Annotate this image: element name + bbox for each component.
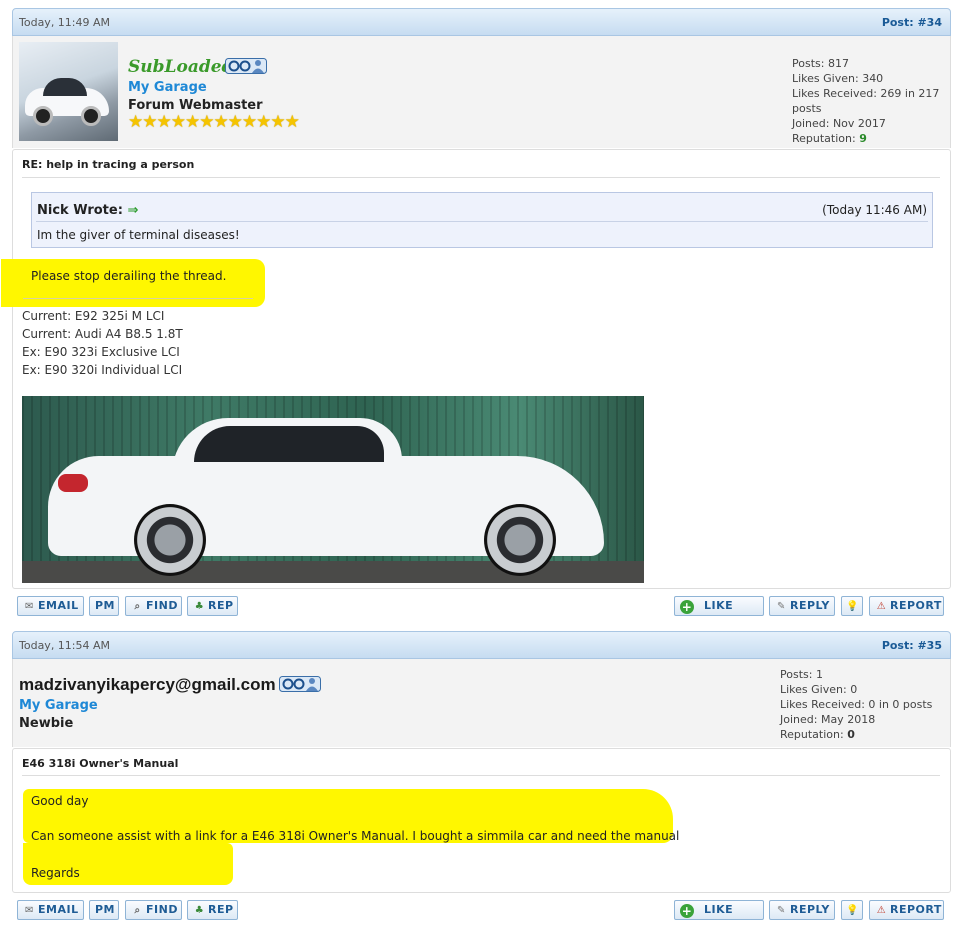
email-button[interactable]: ✉ EMAIL: [17, 900, 84, 920]
post-action-bar: ✉ EMAIL PM ⌕ FIND ♣ REP + LIKE ✎ REPLY 💡 ⚠ REP…: [12, 596, 951, 624]
post-subject: RE: help in tracing a person: [22, 158, 195, 171]
user-title: Forum Webmaster: [128, 98, 263, 113]
user-stats: Posts: 1 Likes Given: 0 Likes Received: …: [780, 667, 932, 742]
stat-joined: Joined: May 2018: [780, 713, 876, 726]
signature-line: Current: E92 325i M LCI: [22, 309, 165, 323]
magnifier-icon: ⌕: [134, 905, 141, 916]
post-body-text: Please stop derailing the thread.: [31, 269, 227, 283]
reputation-value[interactable]: 0: [847, 728, 855, 741]
warning-icon: ⚠: [876, 905, 887, 916]
signature-car-image: [22, 396, 644, 583]
pm-button[interactable]: PM: [89, 596, 119, 616]
post-action-bar: ✉ EMAIL PM ⌕ FIND ♣ REP + LIKE ✎ REPLY 💡 ⚠ REP…: [12, 900, 951, 928]
divider: [22, 177, 940, 178]
my-garage-link[interactable]: My Garage: [128, 80, 207, 95]
stat-reputation: Reputation: 9: [792, 131, 950, 146]
stat-likes-received: Likes Received: 0 in 0 posts: [780, 698, 933, 711]
online-status-icon: [279, 676, 321, 692]
like-plus-icon: +: [680, 600, 694, 614]
user-plus-icon: ♣: [194, 601, 205, 612]
envelope-icon: ✉: [25, 905, 34, 916]
reply-icon: ✎: [777, 601, 786, 612]
quote-time: (Today 11:46 AM): [822, 203, 927, 217]
post-content: RE: help in tracing a person Nick Wrote:…: [1, 149, 951, 589]
post-date: Today, 11:54 AM: [19, 639, 111, 652]
post-content: E46 318i Owner's Manual Good day Can som…: [12, 748, 951, 893]
find-button[interactable]: ⌕ FIND: [125, 596, 182, 616]
stat-likes-given: Likes Given: 340: [792, 72, 884, 85]
signature-line: Ex: E90 323i Exclusive LCI: [22, 345, 180, 359]
avatar[interactable]: [19, 42, 118, 141]
quote-author: Nick Wrote: ⇒: [37, 203, 138, 218]
user-stats: Posts: 817 Likes Given: 340 Likes Receiv…: [792, 56, 950, 146]
bulb-button[interactable]: 💡: [841, 596, 863, 616]
divider: [22, 775, 940, 776]
user-plus-icon: ♣: [194, 905, 205, 916]
user-title: Newbie: [19, 716, 74, 731]
email-button[interactable]: ✉ EMAIL: [17, 596, 84, 616]
stat-likes-given: Likes Given: 0: [780, 683, 858, 696]
post-date: Today, 11:49 AM: [19, 16, 111, 29]
reply-button[interactable]: ✎ REPLY: [769, 596, 835, 616]
reply-icon: ✎: [777, 905, 786, 916]
rank-stars-icon: ★★★★★★★★★★★★: [128, 112, 300, 132]
post-subject: E46 318i Owner's Manual: [22, 757, 179, 770]
online-status-icon: [225, 58, 267, 74]
like-plus-icon: +: [680, 904, 694, 918]
author-panel: madzivanyikapercy@gmail.com My Garage Ne…: [12, 659, 951, 747]
pm-button[interactable]: PM: [89, 900, 119, 920]
my-garage-link[interactable]: My Garage: [19, 698, 98, 713]
quote-block: Nick Wrote: ⇒ (Today 11:46 AM) Im the gi…: [31, 192, 933, 248]
warning-icon: ⚠: [876, 601, 887, 612]
quote-text: Im the giver of terminal diseases!: [37, 228, 240, 242]
stat-posts: Posts: 817: [792, 57, 849, 70]
quote-link-arrow-icon[interactable]: ⇒: [127, 203, 138, 218]
signature-line: Current: Audi A4 B8.5 1.8T: [22, 327, 183, 341]
post-number-link[interactable]: Post: #34: [882, 16, 942, 29]
reply-button[interactable]: ✎ REPLY: [769, 900, 835, 920]
post-body-line: Can someone assist with a link for a E46…: [31, 829, 680, 843]
reputation-value[interactable]: 9: [859, 132, 867, 145]
stat-reputation: Reputation: 0: [780, 727, 932, 742]
find-button[interactable]: ⌕ FIND: [125, 900, 182, 920]
report-button[interactable]: ⚠ REPORT: [869, 900, 944, 920]
post-body-line: Good day: [31, 794, 89, 808]
username-link[interactable]: SubLoaded: [128, 57, 233, 77]
lightbulb-icon: 💡: [846, 905, 859, 916]
magnifier-icon: ⌕: [134, 601, 141, 612]
quote-author-label: Nick Wrote:: [37, 203, 128, 218]
like-button[interactable]: + LIKE: [674, 596, 764, 616]
stat-posts: Posts: 1: [780, 668, 823, 681]
highlight-mark: [1, 259, 265, 307]
rep-button[interactable]: ♣ REP: [187, 900, 238, 920]
post-body-line: Regards: [31, 866, 80, 880]
stat-joined: Joined: Nov 2017: [792, 117, 886, 130]
post-number-link[interactable]: Post: #35: [882, 639, 942, 652]
envelope-icon: ✉: [25, 601, 34, 612]
reputation-label: Reputation:: [780, 728, 848, 741]
report-button[interactable]: ⚠ REPORT: [869, 596, 944, 616]
like-button[interactable]: + LIKE: [674, 900, 764, 920]
username-link[interactable]: madzivanyikapercy@gmail.com: [19, 675, 276, 695]
post-header: Today, 11:49 AM Post: #34: [12, 8, 951, 36]
author-panel: SubLoaded My Garage Forum Webmaster ★★★★…: [12, 36, 951, 148]
post-header: Today, 11:54 AM Post: #35: [12, 631, 951, 659]
bulb-button[interactable]: 💡: [841, 900, 863, 920]
signature-divider: [23, 298, 253, 299]
signature-line: Ex: E90 320i Individual LCI: [22, 363, 183, 377]
stat-likes-received: Likes Received: 269 in 217 posts: [792, 87, 940, 115]
rep-button[interactable]: ♣ REP: [187, 596, 238, 616]
signature: Current: E92 325i M LCI Current: Audi A4…: [22, 307, 183, 379]
divider: [36, 221, 928, 222]
reputation-label: Reputation:: [792, 132, 860, 145]
lightbulb-icon: 💡: [846, 601, 859, 612]
